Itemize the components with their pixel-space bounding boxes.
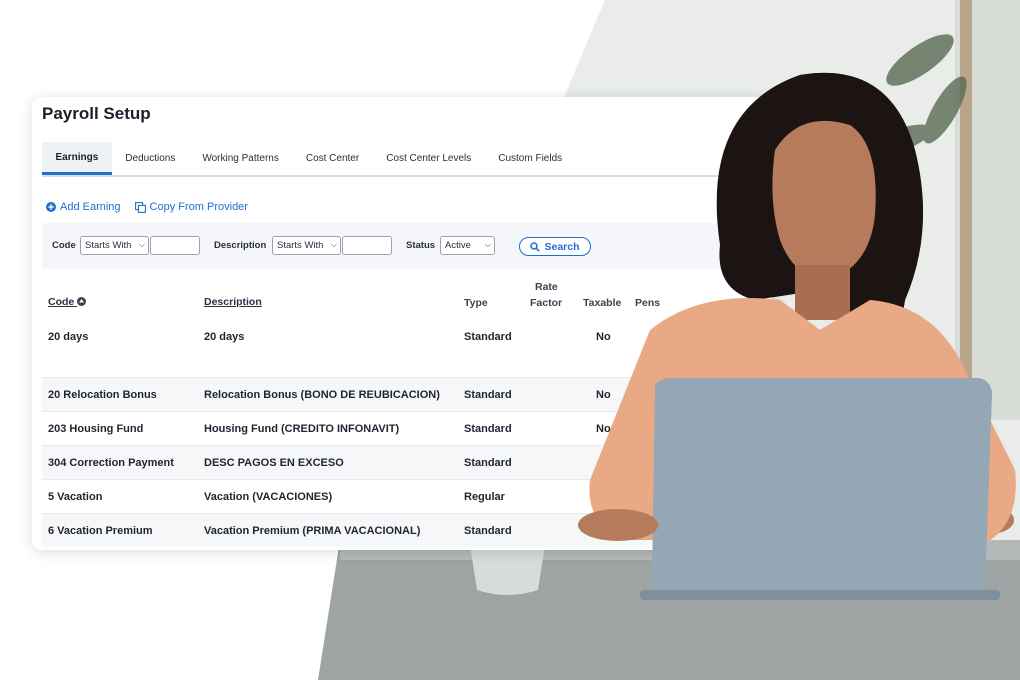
person-with-laptop-overlay bbox=[578, 72, 1016, 600]
